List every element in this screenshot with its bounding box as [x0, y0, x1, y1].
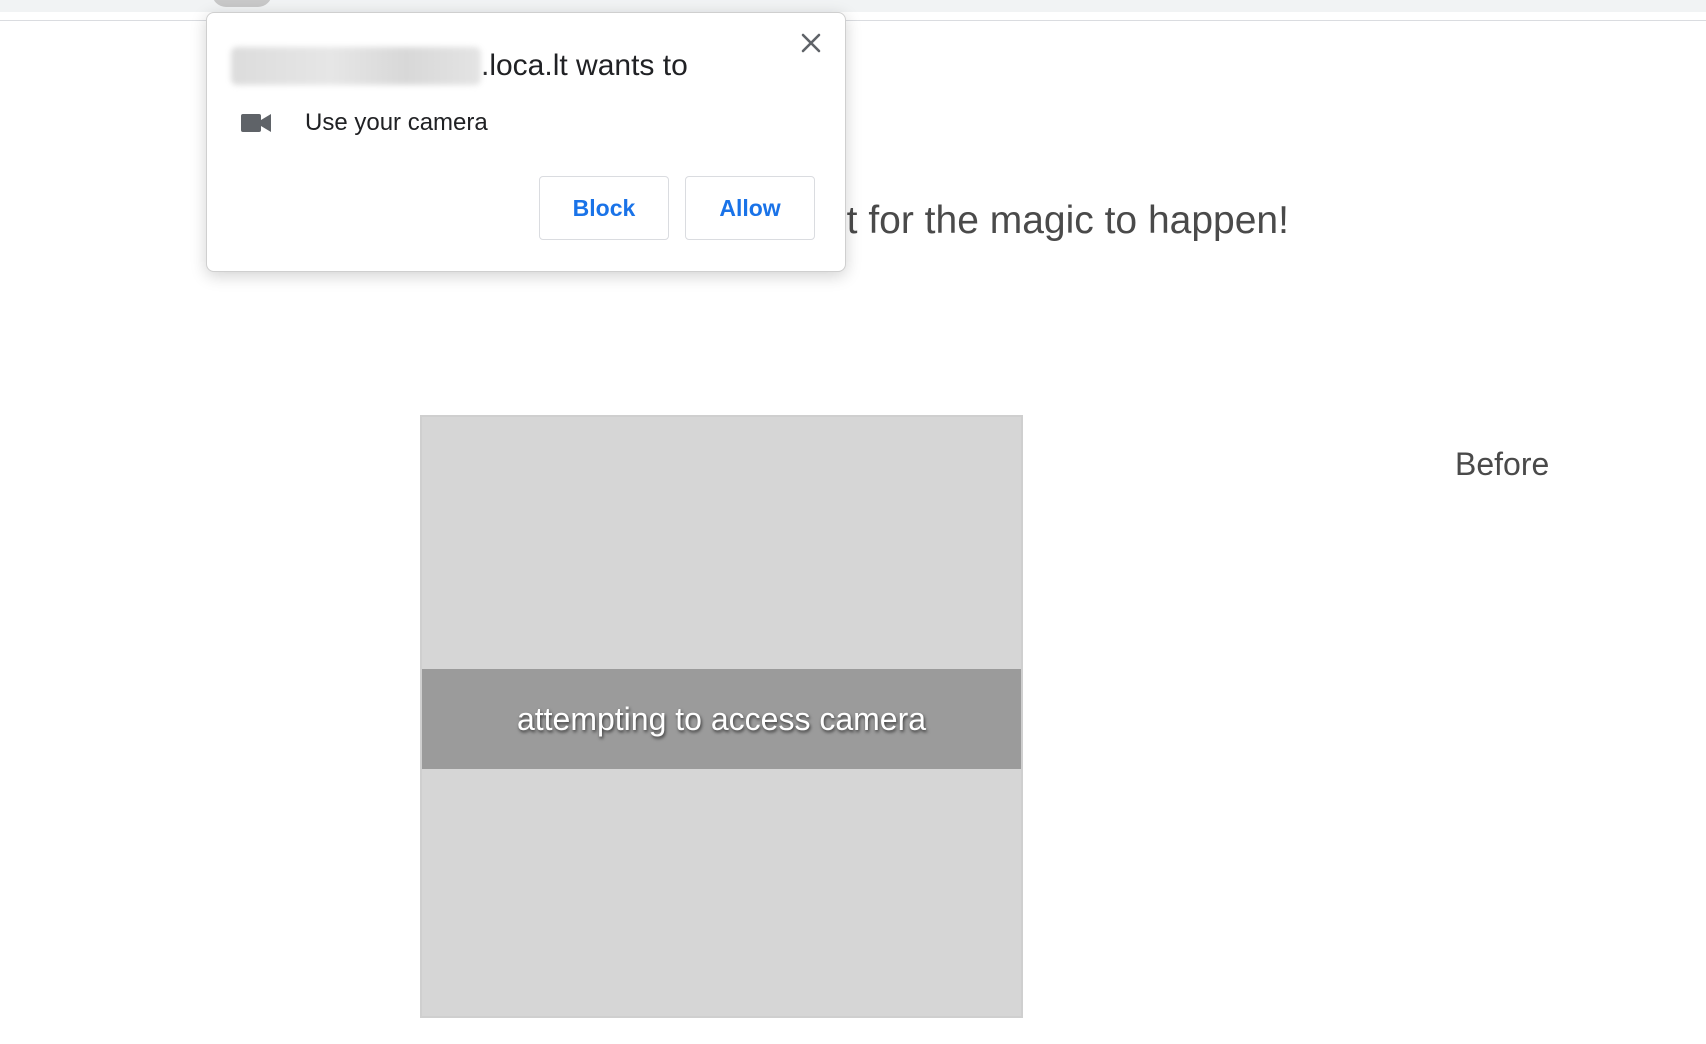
permission-row: Use your camera: [241, 108, 488, 138]
camera-preview: attempting to access camera: [420, 415, 1023, 1018]
before-label: Before: [1455, 446, 1550, 482]
dialog-title: .loca.lt wants to: [231, 47, 688, 85]
camera-status-text: attempting to access camera: [516, 700, 927, 737]
redacted-origin: [231, 47, 481, 85]
origin-suffix: .loca.lt wants to: [481, 49, 688, 82]
browser-tab-stub[interactable]: [212, 0, 272, 7]
close-icon: [801, 33, 821, 53]
block-button[interactable]: Block: [539, 176, 669, 240]
close-button[interactable]: [793, 25, 829, 61]
allow-button[interactable]: Allow: [685, 176, 815, 240]
camera-status-overlay: attempting to access camera: [422, 669, 1021, 769]
videocam-icon: [241, 108, 279, 138]
permission-text: Use your camera: [305, 109, 488, 136]
page-subheading: it for the magic to happen!: [838, 199, 1289, 242]
permission-dialog: .loca.lt wants to Use your camera Block …: [206, 12, 846, 272]
